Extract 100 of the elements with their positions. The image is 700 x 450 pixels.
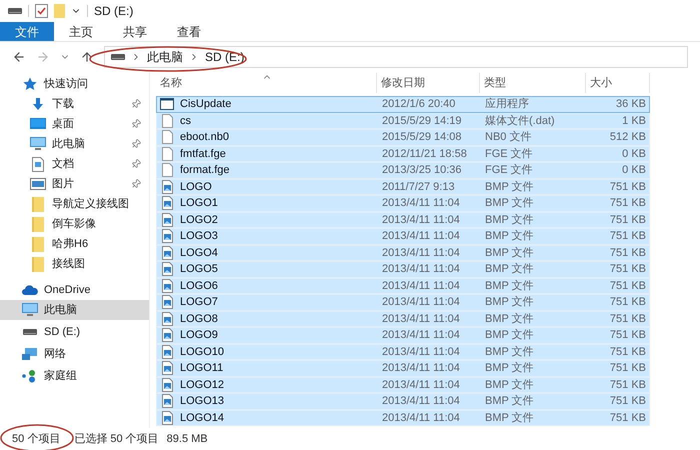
folder-icon	[32, 216, 44, 232]
file-row[interactable]: cs 2015/5/29 14:19 媒体文件(.dat) 1 KB	[156, 112, 650, 129]
file-row[interactable]: format.fge 2013/3/25 10:36 FGE 文件 0 KB	[156, 162, 650, 178]
monitor-icon	[22, 303, 38, 317]
file-row[interactable]: LOGO3 2013/4/11 11:04 BMP 文件 751 KB	[156, 228, 650, 244]
file-icon	[162, 146, 172, 161]
image-file-icon	[162, 394, 172, 408]
download-icon	[31, 97, 45, 111]
file-row[interactable]: LOGO11 2013/4/11 11:04 BMP 文件 751 KB	[156, 360, 650, 376]
nav-item[interactable]: 倒车影像	[0, 214, 149, 234]
file-type: BMP 文件	[484, 410, 535, 426]
nav-item[interactable]: 此电脑	[0, 134, 149, 154]
file-row[interactable]: LOGO 2011/7/27 9:13 BMP 文件 751 KB	[156, 178, 650, 195]
file-row[interactable]: eboot.nb0 2015/5/29 14:08 NB0 文件 512 KB	[156, 129, 650, 146]
file-type: BMP 文件	[484, 328, 535, 343]
modified-date: 2013/4/11 11:04	[381, 394, 461, 409]
nav-item[interactable]: 网络	[0, 344, 149, 364]
nav-item[interactable]: 桌面	[0, 114, 149, 134]
file-name: LOGO13	[180, 394, 224, 409]
nav-item[interactable]: 家庭组	[0, 366, 149, 386]
modified-date: 2013/4/11 11:04	[381, 328, 461, 343]
column-header[interactable]: 大小	[586, 73, 650, 93]
file-name: LOGO9	[180, 328, 218, 343]
nav-item[interactable]: 接线图	[0, 254, 149, 274]
image-file-icon	[162, 344, 172, 359]
folder-icon	[32, 236, 44, 252]
file-type: BMP 文件	[484, 246, 535, 260]
ribbon-tab[interactable]: 主页	[54, 22, 108, 41]
nav-item[interactable]: 文档	[0, 154, 149, 174]
nav-item[interactable]: 导航定义接线图	[0, 194, 149, 214]
file-row[interactable]: fmtfat.fge 2012/11/21 18:58 FGE 文件 0 KB	[156, 146, 650, 162]
file-type: BMP 文件	[484, 262, 535, 277]
file-size: 751 KB	[608, 410, 647, 426]
file-name: LOGO5	[180, 262, 218, 277]
file-icon	[162, 130, 172, 144]
file-name: LOGO12	[180, 378, 224, 392]
file-row[interactable]: CisUpdate 2012/1/6 20:40 应用程序 36 KB	[156, 96, 650, 112]
column-header[interactable]: 修改日期	[377, 73, 480, 93]
ribbon-tab[interactable]: 查看	[162, 22, 216, 41]
breadcrumb[interactable]: 此电脑	[147, 48, 183, 66]
file-row[interactable]: LOGO9 2013/4/11 11:04 BMP 文件 751 KB	[156, 327, 650, 344]
modified-date: 2013/4/11 11:04	[381, 229, 461, 244]
file-row[interactable]: LOGO2 2013/4/11 11:04 BMP 文件 751 KB	[156, 212, 650, 228]
file-row[interactable]: LOGO14 2013/4/11 11:04 BMP 文件 751 KB	[156, 410, 650, 426]
file-row[interactable]: LOGO8 2013/4/11 11:04 BMP 文件 751 KB	[156, 310, 650, 327]
column-header[interactable]: 名称	[156, 73, 377, 93]
modified-date: 2013/4/11 11:04	[381, 278, 461, 294]
file-icon	[162, 114, 172, 128]
file-name: cs	[180, 114, 191, 128]
file-type: BMP 文件	[484, 180, 535, 194]
up-icon[interactable]	[80, 50, 94, 64]
nav-item[interactable]: 快速访问	[0, 74, 149, 94]
modified-date: 2013/4/11 11:04	[381, 312, 461, 326]
image-file-icon	[162, 361, 172, 376]
image-file-icon	[162, 312, 172, 326]
file-row[interactable]: LOGO13 2013/4/11 11:04 BMP 文件 751 KB	[156, 393, 650, 410]
file-row[interactable]: LOGO4 2013/4/11 11:04 BMP 文件 751 KB	[156, 244, 650, 261]
nav-item[interactable]: 此电脑	[0, 300, 149, 320]
file-name: LOGO2	[180, 212, 218, 228]
file-row[interactable]: LOGO12 2013/4/11 11:04 BMP 文件 751 KB	[156, 376, 650, 393]
nav-item[interactable]: 哈弗H6	[0, 234, 149, 254]
file-type: FGE 文件	[484, 146, 534, 162]
back-icon[interactable]	[12, 50, 26, 64]
ribbon-tab[interactable]: 文件	[0, 22, 54, 41]
modified-date: 2013/4/11 11:04	[381, 378, 461, 392]
column-header[interactable]: 类型	[480, 73, 586, 93]
file-type: BMP 文件	[484, 360, 535, 376]
image-file-icon	[162, 180, 172, 194]
file-type: BMP 文件	[484, 196, 535, 211]
file-row[interactable]: LOGO7 2013/4/11 11:04 BMP 文件 751 KB	[156, 294, 650, 310]
application-icon	[160, 98, 174, 110]
file-row[interactable]: LOGO6 2013/4/11 11:04 BMP 文件 751 KB	[156, 278, 650, 294]
file-size: 751 KB	[608, 262, 647, 277]
nav-item[interactable]: OneDrive	[0, 280, 149, 300]
desktop-icon	[30, 118, 46, 130]
modified-date: 2013/4/11 11:04	[381, 246, 461, 260]
properties-icon[interactable]	[35, 4, 48, 18]
nav-item[interactable]: 下载	[0, 94, 149, 114]
file-name: LOGO6	[180, 278, 218, 294]
folder-icon	[32, 196, 44, 212]
file-row[interactable]: LOGO1 2013/4/11 11:04 BMP 文件 751 KB	[156, 195, 650, 212]
ribbon-tab[interactable]: 共享	[108, 22, 162, 41]
file-size: 751 KB	[608, 229, 647, 244]
file-name: LOGO8	[180, 312, 218, 326]
file-size: 751 KB	[608, 394, 647, 409]
image-file-icon	[162, 410, 172, 425]
file-size: 751 KB	[608, 378, 647, 392]
window-title: SD (E:)	[94, 3, 134, 20]
nav-item[interactable]: SD (E:)	[0, 322, 149, 342]
modified-date: 2013/4/11 11:04	[381, 212, 461, 228]
modified-date: 2013/4/11 11:04	[381, 410, 461, 426]
file-size: 36 KB	[615, 97, 647, 112]
file-row[interactable]: LOGO10 2013/4/11 11:04 BMP 文件 751 KB	[156, 344, 650, 360]
image-file-icon	[162, 278, 172, 293]
folder-icon	[32, 256, 44, 272]
file-size: 751 KB	[608, 246, 647, 260]
file-row[interactable]: LOGO5 2013/4/11 11:04 BMP 文件 751 KB	[156, 261, 650, 278]
image-file-icon	[162, 295, 172, 310]
nav-item[interactable]: 图片	[0, 174, 149, 194]
modified-date: 2013/4/11 11:04	[381, 361, 461, 376]
